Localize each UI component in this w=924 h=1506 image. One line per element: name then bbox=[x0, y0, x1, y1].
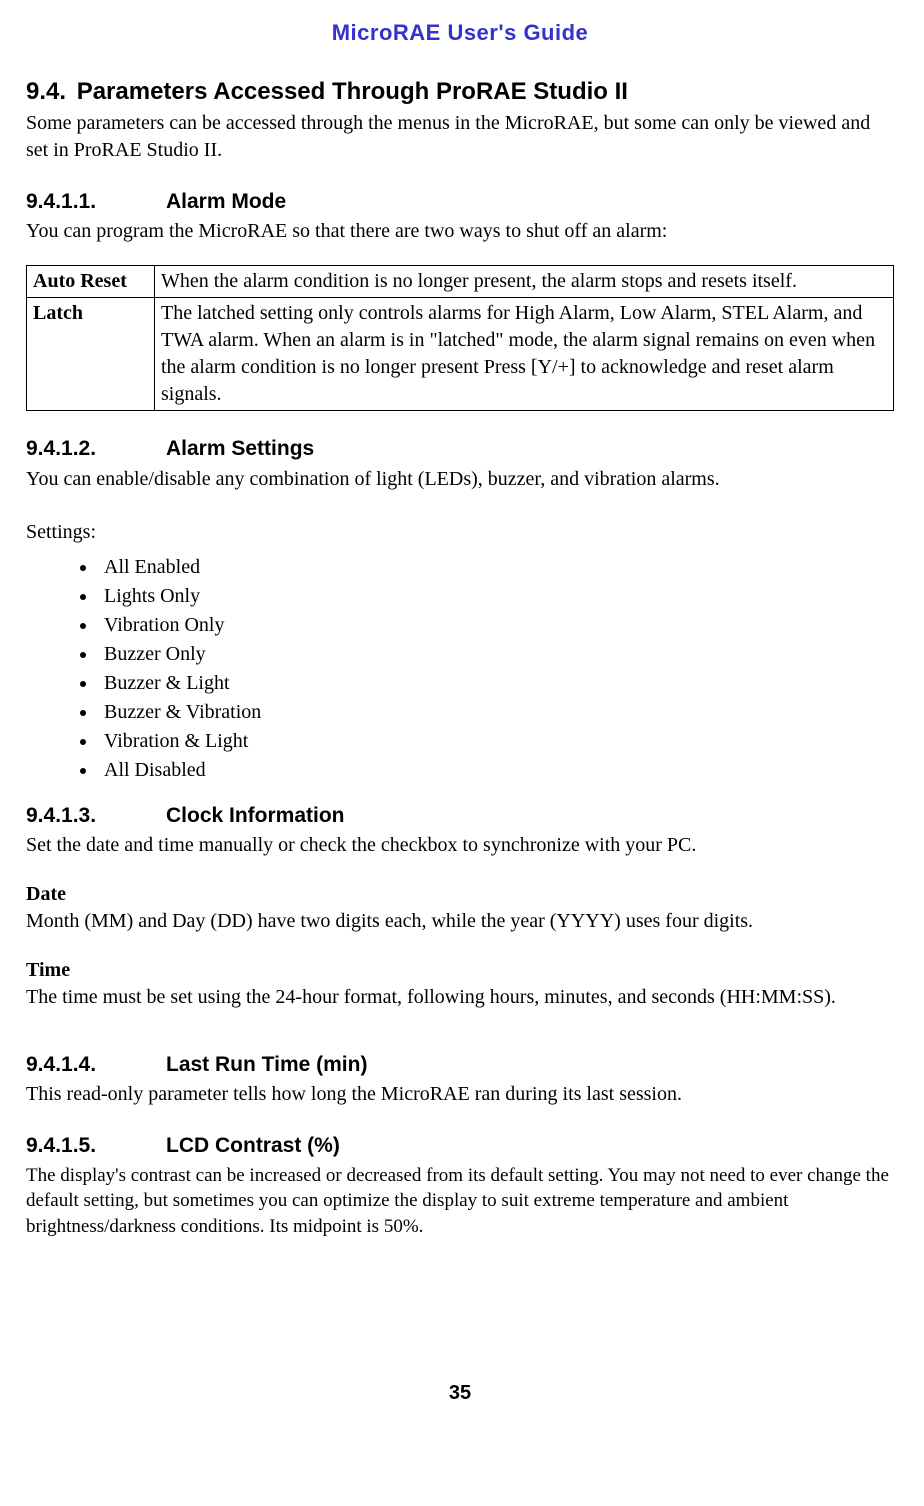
latch-label: Latch bbox=[27, 298, 155, 411]
heading-text: Parameters Accessed Through ProRAE Studi… bbox=[77, 78, 628, 105]
heading-number: 9.4.1.1. bbox=[26, 188, 166, 216]
latch-desc: The latched setting only controls alarms… bbox=[155, 298, 894, 411]
last-run-time-intro: This read-only parameter tells how long … bbox=[26, 1081, 894, 1108]
heading-text: Alarm Mode bbox=[166, 190, 286, 213]
heading-text: Clock Information bbox=[166, 804, 345, 827]
alarm-mode-table: Auto Reset When the alarm condition is n… bbox=[26, 265, 894, 411]
list-item: Vibration Only bbox=[98, 612, 894, 639]
section-9-4-intro: Some parameters can be accessed through … bbox=[26, 110, 894, 164]
heading-number: 9.4. bbox=[26, 78, 66, 105]
heading-9-4-1-3: 9.4.1.3.Clock Information bbox=[26, 802, 894, 830]
list-item: Buzzer Only bbox=[98, 641, 894, 668]
list-item: All Disabled bbox=[98, 757, 894, 784]
heading-9-4-1-2: 9.4.1.2.Alarm Settings bbox=[26, 435, 894, 463]
list-item: All Enabled bbox=[98, 554, 894, 581]
table-row: Latch The latched setting only controls … bbox=[27, 298, 894, 411]
heading-number: 9.4.1.5. bbox=[26, 1132, 166, 1160]
alarm-mode-intro: You can program the MicroRAE so that the… bbox=[26, 218, 894, 245]
heading-text: Last Run Time (min) bbox=[166, 1053, 367, 1076]
list-item: Buzzer & Light bbox=[98, 670, 894, 697]
auto-reset-label: Auto Reset bbox=[27, 266, 155, 298]
page-number: 35 bbox=[26, 1380, 894, 1407]
heading-9-4-1-1: 9.4.1.1.Alarm Mode bbox=[26, 188, 894, 216]
list-item: Vibration & Light bbox=[98, 728, 894, 755]
heading-9-4: 9.4. Parameters Accessed Through ProRAE … bbox=[26, 76, 894, 108]
heading-text: LCD Contrast (%) bbox=[166, 1134, 340, 1157]
table-row: Auto Reset When the alarm condition is n… bbox=[27, 266, 894, 298]
auto-reset-desc: When the alarm condition is no longer pr… bbox=[155, 266, 894, 298]
heading-text: Alarm Settings bbox=[166, 437, 314, 460]
lcd-contrast-intro: The display's contrast can be increased … bbox=[26, 1163, 894, 1240]
heading-number: 9.4.1.2. bbox=[26, 435, 166, 463]
date-text: Month (MM) and Day (DD) have two digits … bbox=[26, 908, 894, 935]
heading-number: 9.4.1.4. bbox=[26, 1051, 166, 1079]
settings-list: All Enabled Lights Only Vibration Only B… bbox=[26, 554, 894, 784]
time-text: The time must be set using the 24-hour f… bbox=[26, 984, 894, 1011]
list-item: Lights Only bbox=[98, 583, 894, 610]
heading-9-4-1-4: 9.4.1.4.Last Run Time (min) bbox=[26, 1051, 894, 1079]
time-label: Time bbox=[26, 957, 894, 984]
alarm-settings-intro: You can enable/disable any combination o… bbox=[26, 466, 894, 493]
settings-label: Settings: bbox=[26, 519, 894, 546]
heading-9-4-1-5: 9.4.1.5.LCD Contrast (%) bbox=[26, 1132, 894, 1160]
date-label: Date bbox=[26, 881, 894, 908]
heading-number: 9.4.1.3. bbox=[26, 802, 166, 830]
list-item: Buzzer & Vibration bbox=[98, 699, 894, 726]
clock-info-intro: Set the date and time manually or check … bbox=[26, 832, 894, 859]
page-title: MicroRAE User's Guide bbox=[26, 18, 894, 48]
